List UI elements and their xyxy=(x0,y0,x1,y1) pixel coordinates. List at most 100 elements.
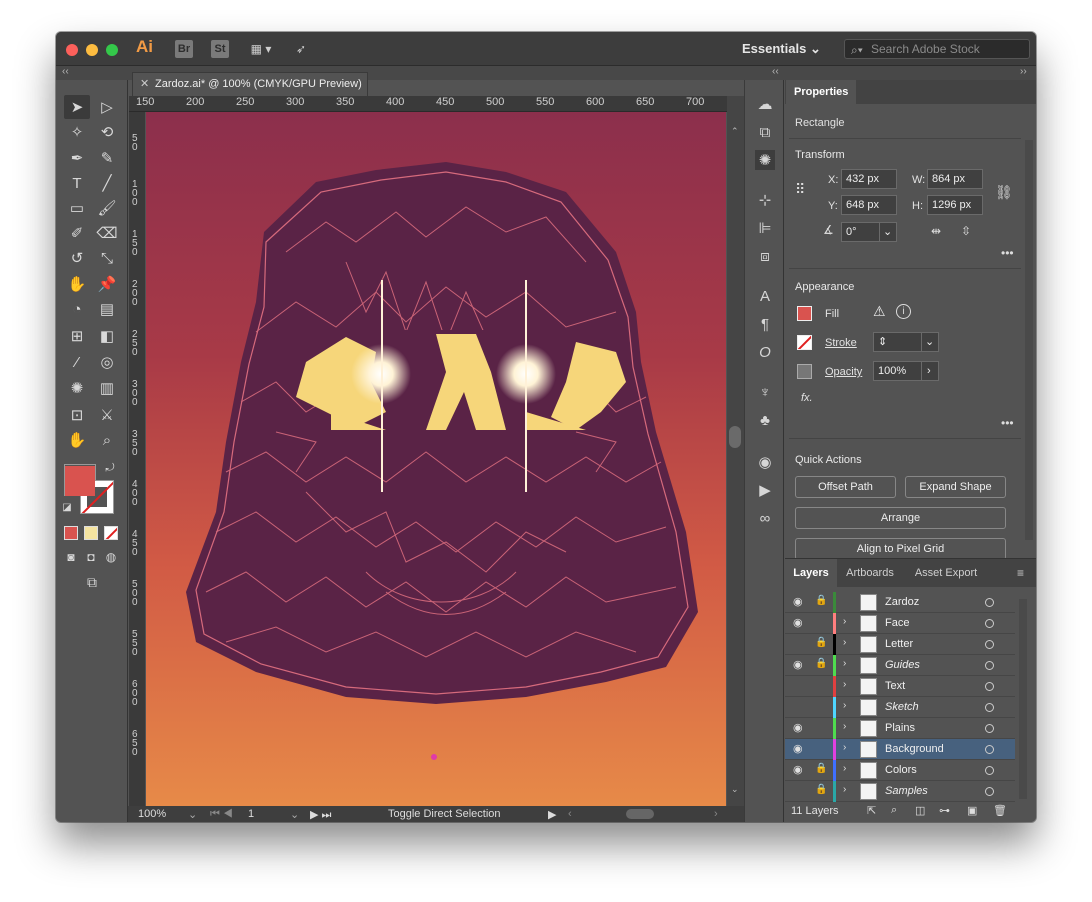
lock-icon[interactable]: 🔒 xyxy=(815,784,829,795)
layer-name[interactable]: Colors xyxy=(885,764,917,776)
layer-row[interactable]: ◉ 🔒 Zardoz xyxy=(785,592,1015,613)
layer-name[interactable]: Face xyxy=(885,617,909,629)
swap-fill-stroke-icon[interactable]: ⤾ xyxy=(102,460,118,476)
create-sublayer-icon[interactable]: ⊶ xyxy=(939,804,950,817)
layer-row[interactable]: › Text xyxy=(785,676,1015,697)
layer-row[interactable]: ◉ 🔒 › Colors xyxy=(785,760,1015,781)
y-field[interactable]: 648 px xyxy=(841,195,897,215)
visibility-eye-icon[interactable]: ◉ xyxy=(793,742,807,755)
puppet-warp-tool-icon[interactable]: ✋ xyxy=(64,272,90,296)
target-icon[interactable] xyxy=(985,619,994,628)
fx-button[interactable]: fx. xyxy=(801,392,813,404)
expand-layer-icon[interactable]: › xyxy=(843,658,846,669)
properties-scrollbar[interactable] xyxy=(1025,140,1033,540)
scroll-up-icon[interactable]: ⌃ xyxy=(731,126,739,137)
opacity-label[interactable]: Opacity xyxy=(825,366,862,378)
collapse-mid-icon[interactable]: ‹‹ xyxy=(772,66,779,77)
gpu-rocket-icon[interactable]: ➶ xyxy=(291,40,311,58)
draw-normal-icon[interactable]: ◙ xyxy=(62,548,80,566)
align-to-pixel-grid-button[interactable]: Align to Pixel Grid xyxy=(795,538,1006,560)
next-artboard-icon[interactable]: ▶ ⏭ xyxy=(310,808,331,822)
cc-libraries-icon[interactable]: ☁ xyxy=(755,94,775,114)
layer-row[interactable]: 🔒 › Letter xyxy=(785,634,1015,655)
rotate-tool-icon[interactable]: ↺ xyxy=(64,246,90,270)
width-field[interactable]: 864 px xyxy=(927,169,983,189)
opentype-panel-icon[interactable]: O xyxy=(755,342,775,362)
target-icon[interactable] xyxy=(985,787,994,796)
target-icon[interactable] xyxy=(985,724,994,733)
shaper-tool-icon[interactable]: ✐ xyxy=(64,221,90,245)
artboard-tool-icon[interactable]: ⊡ xyxy=(64,403,90,427)
arrange-button[interactable]: Arrange xyxy=(795,507,1006,529)
stroke-dropdown-icon[interactable]: ⌄ xyxy=(921,332,939,352)
pathfinder-panel-icon[interactable]: ⧈ xyxy=(755,246,775,266)
layer-row[interactable]: ◉ › Plains xyxy=(785,718,1015,739)
puppet-panel-icon[interactable]: ♆ xyxy=(755,382,775,402)
tab-asset-export[interactable]: Asset Export xyxy=(905,559,987,587)
column-graph-tool-icon[interactable]: ▥ xyxy=(94,376,120,400)
opacity-arrow-icon[interactable]: › xyxy=(921,361,939,381)
workspace-switcher[interactable]: Essentials ⌄ xyxy=(742,41,821,57)
first-artboard-icon[interactable]: ⏮ ◀ xyxy=(210,808,233,821)
eraser-tool-icon[interactable]: ⌫ xyxy=(94,221,120,245)
fill-color-swatch[interactable] xyxy=(797,306,812,321)
shape-builder-tool-icon[interactable]: ◔ xyxy=(64,297,90,321)
new-layer-icon[interactable]: ▣ xyxy=(967,804,977,817)
perspective-grid-tool-icon[interactable]: ▤ xyxy=(94,297,120,321)
pin-tool-icon[interactable]: 📌 xyxy=(94,272,120,296)
lock-icon[interactable]: 🔒 xyxy=(815,595,829,606)
magic-wand-tool-icon[interactable]: ✧ xyxy=(64,120,90,144)
selection-tool-icon[interactable]: ➤ xyxy=(64,95,90,119)
artboard-dropdown-icon[interactable]: ⌄ xyxy=(290,808,299,821)
rectangle-tool-icon[interactable]: ▭ xyxy=(64,196,90,220)
actions-panel-icon[interactable]: ▶ xyxy=(755,480,775,500)
target-icon[interactable] xyxy=(985,598,994,607)
layer-row[interactable]: › Sketch xyxy=(785,697,1015,718)
canvas-vertical-scrollbar[interactable]: ⌃ ⌄ xyxy=(727,96,744,806)
links-panel-icon[interactable]: ∞ xyxy=(755,508,775,528)
layer-row[interactable]: ◉ › Background xyxy=(785,739,1015,760)
visibility-eye-icon[interactable]: ◉ xyxy=(793,763,807,776)
more-options-icon[interactable]: ••• xyxy=(1001,416,1014,430)
expand-layer-icon[interactable]: › xyxy=(843,742,846,753)
visibility-eye-icon[interactable]: ◉ xyxy=(793,658,807,671)
status-menu-icon[interactable]: ▶ xyxy=(548,808,556,821)
transform-panel-icon[interactable]: ⊹ xyxy=(755,190,775,210)
delete-layer-icon[interactable]: 🗑 xyxy=(993,804,1007,817)
artboard-number[interactable]: 1 xyxy=(248,808,254,820)
make-clipping-mask-icon[interactable]: ◫ xyxy=(915,804,925,817)
layer-row[interactable]: 🔒 › Samples xyxy=(785,781,1015,802)
minimize-window-button[interactable] xyxy=(86,44,98,56)
pen-tool-icon[interactable]: ✒ xyxy=(64,146,90,170)
expand-right-icon[interactable]: ›› xyxy=(1020,66,1027,77)
warning-icon[interactable]: ⚠ xyxy=(873,303,886,320)
more-options-icon[interactable]: ••• xyxy=(1001,246,1014,260)
layer-name[interactable]: Sketch xyxy=(885,701,919,713)
flip-horizontal-icon[interactable]: ⇹ xyxy=(931,224,941,238)
locate-object-icon[interactable]: ⌕ xyxy=(891,804,897,817)
layer-name[interactable]: Background xyxy=(885,743,944,755)
symbol-sprayer-tool-icon[interactable]: ✺ xyxy=(64,376,90,400)
scroll-right-icon[interactable]: › xyxy=(714,808,718,820)
paintbrush-tool-icon[interactable]: 🖌 xyxy=(94,196,120,220)
close-window-button[interactable] xyxy=(66,44,78,56)
zoom-window-button[interactable] xyxy=(106,44,118,56)
draw-behind-icon[interactable]: ◘ xyxy=(82,548,100,566)
hand-tool-icon[interactable]: ✋ xyxy=(64,428,90,452)
layer-name[interactable]: Samples xyxy=(885,785,928,797)
expand-layer-icon[interactable]: › xyxy=(843,616,846,627)
color-mode-icon[interactable] xyxy=(64,526,78,540)
curvature-tool-icon[interactable]: ✎ xyxy=(94,146,120,170)
horizontal-scroll-thumb[interactable] xyxy=(626,809,654,819)
scale-tool-icon[interactable]: ⤡ xyxy=(94,246,120,270)
layer-row[interactable]: ◉ 🔒 › Guides xyxy=(785,655,1015,676)
height-field[interactable]: 1296 px xyxy=(927,195,983,215)
tab-artboards[interactable]: Artboards xyxy=(837,559,903,587)
layer-name[interactable]: Letter xyxy=(885,638,913,650)
expand-layer-icon[interactable]: › xyxy=(843,721,846,732)
expand-layer-icon[interactable]: › xyxy=(843,784,846,795)
navigator-panel-icon[interactable]: ◉ xyxy=(755,452,775,472)
symbols-panel-icon[interactable]: ♣ xyxy=(755,410,775,430)
search-stock-input[interactable]: ⌕▾ Search Adobe Stock xyxy=(844,39,1030,59)
arrange-documents-icon[interactable]: ▦ ▾ xyxy=(244,40,278,58)
